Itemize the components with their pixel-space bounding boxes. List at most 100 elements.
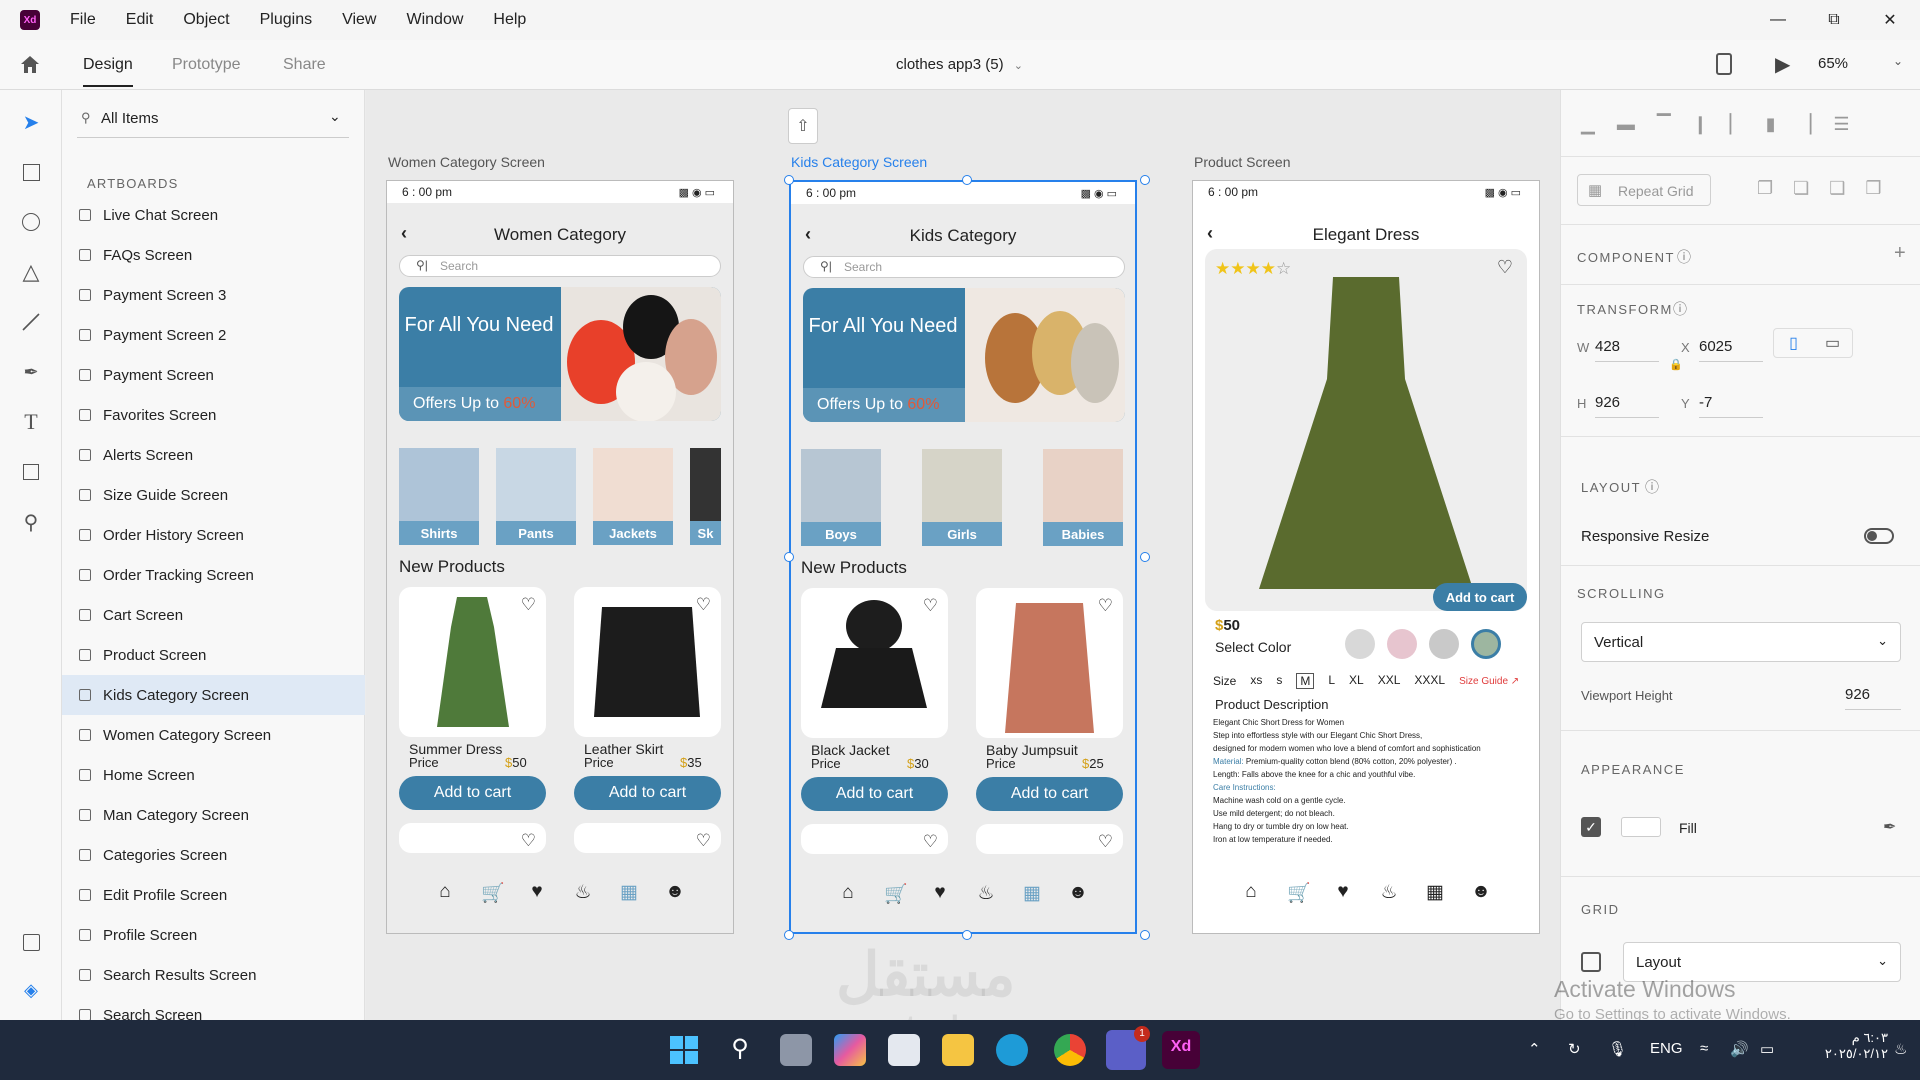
nav-categories-icon[interactable]: ▦ <box>1022 882 1042 922</box>
menu-view[interactable]: View <box>342 11 376 29</box>
size-option[interactable]: s <box>1276 673 1282 689</box>
height-field[interactable]: 926 <box>1595 394 1659 418</box>
layer-item[interactable]: Cart Screen <box>62 595 365 635</box>
size-option[interactable]: XXXL <box>1414 673 1445 689</box>
selection-handle[interactable] <box>962 175 972 185</box>
menu-plugins[interactable]: Plugins <box>260 11 312 29</box>
menu-edit[interactable]: Edit <box>126 11 154 29</box>
nav-heart-icon[interactable]: ♥ <box>930 882 950 922</box>
volume-icon[interactable]: 🔊 <box>1730 1040 1749 1058</box>
store-icon[interactable] <box>888 1034 920 1066</box>
align-right-icon[interactable]: ▕ <box>1798 114 1812 135</box>
mic-muted-icon[interactable]: 🎙 <box>1608 1040 1627 1058</box>
favorite-icon[interactable]: ♡ <box>521 831 536 851</box>
align-top-icon[interactable]: ▁ <box>1581 114 1595 135</box>
play-icon[interactable]: ▶ <box>1775 52 1790 77</box>
subtract-icon[interactable]: ❏ <box>1793 178 1809 199</box>
add-to-cart-button[interactable]: Add to cart <box>1433 583 1527 611</box>
text-tool-icon[interactable]: T <box>19 409 43 434</box>
chrome-icon[interactable] <box>1054 1034 1086 1066</box>
layer-item[interactable]: Categories Screen <box>62 835 365 875</box>
artboard-kids-category[interactable]: 6 : 00 pm ▩◉▭ ‹ Kids Category ⚲| Search Fo… <box>789 180 1137 934</box>
menu-object[interactable]: Object <box>183 11 229 29</box>
favorite-icon[interactable]: ♡ <box>1098 832 1113 852</box>
nav-home-icon[interactable]: ⌂ <box>838 882 858 922</box>
layers-icon[interactable]: ◈ <box>19 978 43 1002</box>
layer-item[interactable]: Kids Category Screen <box>62 675 365 715</box>
layer-item[interactable]: Home Screen <box>62 755 365 795</box>
category-shirts[interactable]: Shirts <box>399 448 479 545</box>
battery-icon[interactable]: ▭ <box>1760 1040 1774 1058</box>
device-preview-icon[interactable] <box>1716 53 1732 75</box>
layer-filter[interactable]: ⚲ All Items ⌄ <box>77 102 349 138</box>
favorite-icon[interactable]: ♡ <box>696 831 711 851</box>
size-guide-link[interactable]: Size Guide ↗ <box>1459 676 1519 687</box>
selection-handle[interactable] <box>1140 552 1150 562</box>
align-left-icon[interactable]: ▏ <box>1730 114 1744 135</box>
nav-categories-icon[interactable]: ▦ <box>619 881 639 921</box>
tab-share[interactable]: Share <box>283 56 326 74</box>
menu-help[interactable]: Help <box>493 11 526 29</box>
add-icon[interactable]: ❐ <box>1757 178 1773 199</box>
width-field[interactable]: 428 <box>1595 338 1659 362</box>
clock[interactable]: ٦:٠٣ م ٢٠٢٥/٠٢/١٢ <box>1804 1030 1888 1062</box>
nav-cart-icon[interactable]: 🛒 <box>884 882 908 922</box>
distribute-icon[interactable]: ❙ <box>1693 114 1708 135</box>
category-babies[interactable]: Babies <box>1043 449 1123 546</box>
size-option[interactable]: XL <box>1349 673 1364 689</box>
document-title[interactable]: clothes app3 (5) ⌄ <box>896 56 1023 73</box>
select-tool-icon[interactable]: ➤ <box>19 110 43 134</box>
adobe-xd-taskbar-icon[interactable]: Xd <box>1162 1031 1200 1069</box>
favorite-icon[interactable]: ♡ <box>923 596 938 616</box>
add-component-icon[interactable]: + <box>1894 242 1906 265</box>
nav-profile-icon[interactable]: ☻ <box>665 881 685 921</box>
file-explorer-icon[interactable] <box>942 1034 974 1066</box>
exclude-icon[interactable]: ❒ <box>1865 178 1881 199</box>
product-card[interactable]: ♡ <box>399 823 546 853</box>
color-swatch-pink[interactable] <box>1387 629 1417 659</box>
layer-item[interactable]: Payment Screen 2 <box>62 315 365 355</box>
tray-chevron-up-icon[interactable]: ⌃ <box>1528 1040 1541 1058</box>
layer-item[interactable]: Product Screen <box>62 635 365 675</box>
add-to-cart-button[interactable]: Add to cart <box>399 776 546 810</box>
restore-icon[interactable]: ⧉ <box>1806 0 1862 40</box>
line-tool-icon[interactable] <box>19 310 43 334</box>
assets-icon[interactable] <box>19 930 43 954</box>
polygon-tool-icon[interactable]: △ <box>19 259 43 284</box>
minimize-icon[interactable]: — <box>1750 0 1806 40</box>
product-card[interactable]: ♡ <box>976 824 1123 854</box>
menu-window[interactable]: Window <box>406 11 463 29</box>
artboard-label-product[interactable]: Product Screen <box>1194 154 1291 170</box>
tab-prototype[interactable]: Prototype <box>172 56 240 74</box>
nav-heart-icon[interactable]: ♥ <box>1333 881 1353 921</box>
layer-item[interactable]: Alerts Screen <box>62 435 365 475</box>
align-center-icon[interactable]: ▮ <box>1766 114 1776 135</box>
size-option[interactable]: xs <box>1250 673 1262 689</box>
artboard-label-women[interactable]: Women Category Screen <box>388 154 545 170</box>
zoom-tool-icon[interactable]: ⚲ <box>19 510 43 534</box>
x-field[interactable]: 6025 <box>1699 338 1763 362</box>
responsive-resize-toggle[interactable] <box>1864 528 1894 544</box>
scrolling-select[interactable]: Vertical ⌄ <box>1581 622 1901 662</box>
size-option[interactable]: M <box>1296 673 1315 689</box>
copilot-icon[interactable] <box>834 1034 866 1066</box>
zoom-level[interactable]: 65% <box>1818 55 1848 72</box>
nav-home-icon[interactable]: ⌂ <box>1241 881 1261 921</box>
intersect-icon[interactable]: ❑ <box>1829 178 1845 199</box>
layer-item[interactable]: Live Chat Screen <box>62 195 365 235</box>
layer-item[interactable]: FAQs Screen <box>62 235 365 275</box>
layer-item[interactable]: Man Category Screen <box>62 795 365 835</box>
search-input[interactable]: ⚲| Search <box>399 255 721 277</box>
canvas[interactable]: ⇧ Women Category Screen 6 : 00 pm ▩◉▭ ‹ W… <box>366 90 1560 1043</box>
product-card[interactable]: ♡ <box>801 824 948 854</box>
portrait-icon[interactable]: ▯ <box>1774 329 1813 357</box>
size-option[interactable]: XXL <box>1378 673 1401 689</box>
nav-cart-icon[interactable]: 🛒 <box>481 881 505 921</box>
nav-cart-icon[interactable]: 🛒 <box>1287 881 1311 921</box>
product-card[interactable]: ♡ <box>801 588 948 738</box>
category-jackets[interactable]: Jackets <box>593 448 673 545</box>
repeat-grid-button[interactable]: ▦ Repeat Grid <box>1577 174 1711 206</box>
ellipse-tool-icon[interactable] <box>19 210 43 234</box>
layer-item[interactable]: Women Category Screen <box>62 715 365 755</box>
product-card[interactable]: ♡ <box>574 823 721 853</box>
